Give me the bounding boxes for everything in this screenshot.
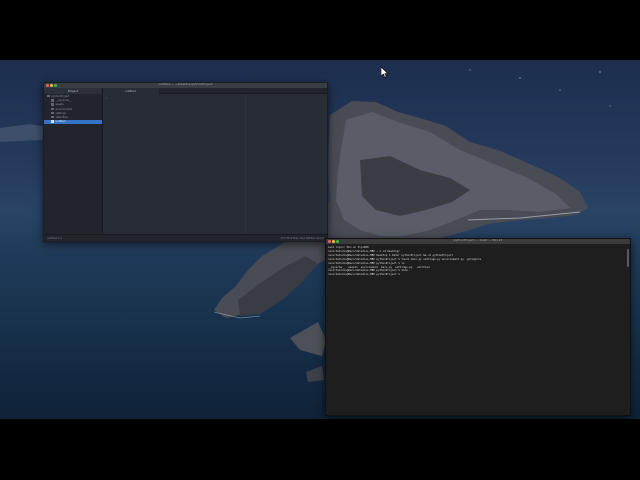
wrap-guide <box>245 94 246 234</box>
mouse-pointer-icon <box>381 67 389 78</box>
tree-item-label: untitled <box>55 120 66 124</box>
tree-item-label: environment <box>55 107 73 111</box>
folder-icon <box>51 99 54 102</box>
terminal-prompt[interactable]: recordstudio@Recordstudios-MBP pythonPro… <box>328 273 626 277</box>
terminal-output[interactable]: Last login: Mon on ttys000 recordstudio@… <box>328 246 626 415</box>
tree-header: Project <box>44 88 102 94</box>
line-number: 1 <box>106 97 108 100</box>
file-icon <box>51 111 54 115</box>
status-right[interactable]: LF UTF-8 Plain Text GitHub Git (0) <box>281 235 324 242</box>
terminal-scrollbar[interactable] <box>627 249 629 267</box>
desktop: untitled — ~/Desktop/pythonProject Proje… <box>0 60 640 419</box>
tree-root-label: pythonProject <box>51 95 70 99</box>
status-bar: untitled 1:1 LF UTF-8 Plain Text GitHub … <box>44 234 327 241</box>
editor-pane[interactable]: untitled 1 <box>103 88 327 234</box>
file-icon <box>51 115 54 119</box>
terminal-window[interactable]: pythonProject — -bash — 80×24 Last login… <box>325 238 631 416</box>
tree-item-label: settings <box>55 111 66 115</box>
tree-item-label: staticfiles <box>55 116 68 120</box>
terminal-titlebar[interactable]: pythonProject — -bash — 80×24 <box>326 238 630 244</box>
terminal-title: pythonProject — -bash — 80×24 <box>453 238 503 242</box>
tree-item-label: assets <box>55 103 64 107</box>
tab-bar: untitled <box>103 88 327 94</box>
folder-icon <box>51 103 54 106</box>
tree-item-selected[interactable]: untitled <box>44 120 102 125</box>
window-title: untitled — ~/Desktop/pythonProject <box>158 82 213 86</box>
file-icon <box>51 120 54 123</box>
folder-icon <box>47 95 50 98</box>
status-left[interactable]: untitled 1:1 <box>47 235 62 242</box>
tab-untitled[interactable]: untitled <box>103 88 159 94</box>
atom-editor-window[interactable]: untitled — ~/Desktop/pythonProject Proje… <box>43 82 328 242</box>
tree-item-label: __pycache__ <box>55 99 72 103</box>
project-tree-panel[interactable]: Project pythonProject __pycache__ assets… <box>44 88 103 241</box>
file-icon <box>51 107 54 110</box>
